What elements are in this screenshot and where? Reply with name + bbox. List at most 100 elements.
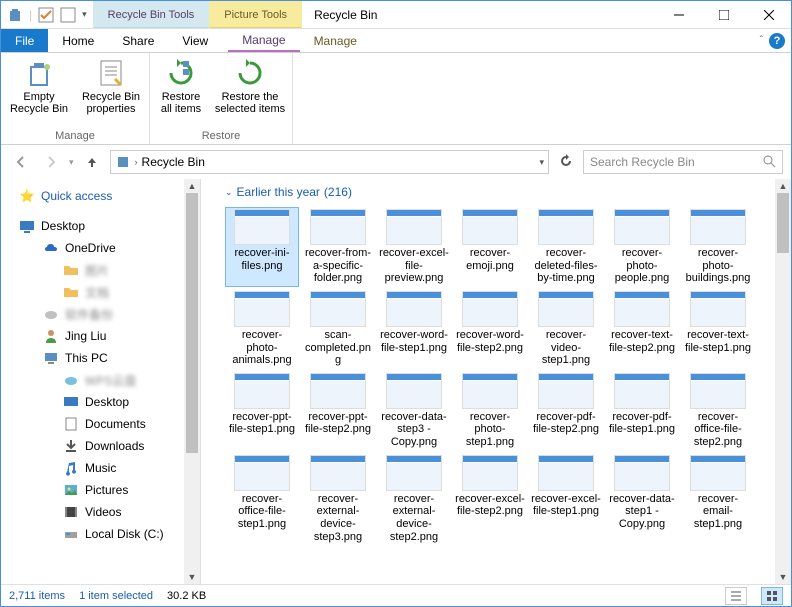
file-item[interactable]: recover-text-file-step2.png: [605, 289, 679, 369]
file-item[interactable]: recover-emoji.png: [453, 207, 527, 287]
context-tab-picture-tools[interactable]: Picture Tools: [209, 1, 302, 28]
file-item[interactable]: recover-deleted-files-by-time.png: [529, 207, 603, 287]
file-item[interactable]: scan-completed.png: [301, 289, 375, 369]
nav-music[interactable]: Music: [1, 457, 200, 479]
file-item[interactable]: recover-ppt-file-step1.png: [225, 371, 299, 451]
file-item[interactable]: recover-word-file-step1.png: [377, 289, 451, 369]
file-item[interactable]: recover-external-device-step3.png: [301, 453, 375, 546]
nav-local-disk-c[interactable]: Local Disk (C:): [1, 523, 200, 545]
address-bar[interactable]: › Recycle Bin ▾: [110, 150, 549, 174]
forward-button[interactable]: [39, 150, 63, 174]
file-item[interactable]: recover-ini-files.png: [225, 207, 299, 287]
scroll-up-icon[interactable]: ▲: [775, 179, 791, 193]
nav-scrollbar[interactable]: ▲ ▼: [184, 179, 200, 584]
checkbox-checked-icon[interactable]: [38, 7, 54, 23]
tab-home[interactable]: Home: [48, 29, 108, 52]
file-item[interactable]: recover-excel-file-preview.png: [377, 207, 451, 287]
file-item[interactable]: recover-photo-animals.png: [225, 289, 299, 369]
file-item[interactable]: recover-text-file-step1.png: [681, 289, 755, 369]
refresh-button[interactable]: [555, 154, 577, 171]
file-item[interactable]: recover-video-step1.png: [529, 289, 603, 369]
properties-icon: [95, 57, 127, 89]
close-button[interactable]: [746, 1, 791, 29]
chevron-right-icon[interactable]: ›: [135, 157, 138, 167]
scroll-up-icon[interactable]: ▲: [184, 179, 200, 193]
qat-dropdown-icon[interactable]: ▾: [82, 9, 87, 20]
tab-manage-picture[interactable]: Manage: [300, 29, 371, 52]
file-thumbnail: [690, 455, 746, 491]
file-item[interactable]: recover-office-file-step1.png: [225, 453, 299, 546]
help-icon[interactable]: ?: [769, 33, 785, 49]
tab-file[interactable]: File: [1, 29, 48, 52]
scroll-thumb[interactable]: [186, 193, 198, 453]
file-label: recover-data-step3 - Copy.png: [379, 411, 449, 449]
nav-quick-access[interactable]: ⭐ Quick access: [1, 185, 200, 207]
nav-folder-blurred-1[interactable]: 图片: [1, 259, 200, 281]
folder-icon: [63, 284, 79, 300]
nav-downloads[interactable]: Downloads: [1, 435, 200, 457]
cloud-icon: [43, 240, 59, 256]
search-box[interactable]: Search Recycle Bin: [583, 150, 783, 174]
file-item[interactable]: recover-office-file-step2.png: [681, 371, 755, 451]
file-thumbnail: [462, 209, 518, 245]
file-item[interactable]: recover-email-step1.png: [681, 453, 755, 546]
nav-pc-desktop[interactable]: Desktop: [1, 391, 200, 413]
file-item[interactable]: recover-data-step3 - Copy.png: [377, 371, 451, 451]
nav-folder-blurred-3[interactable]: 软件备份: [1, 303, 200, 325]
scroll-down-icon[interactable]: ▼: [184, 570, 200, 584]
thumbnails-view-button[interactable]: [761, 587, 783, 605]
scroll-thumb[interactable]: [777, 193, 789, 253]
file-item[interactable]: recover-photo-people.png: [605, 207, 679, 287]
main-scrollbar[interactable]: ▲ ▼: [775, 179, 791, 584]
file-item[interactable]: recover-data-step1 - Copy.png: [605, 453, 679, 546]
label: Local Disk (C:): [85, 527, 164, 541]
details-view-button[interactable]: [725, 587, 747, 605]
label: 软件备份: [65, 306, 113, 323]
collapse-ribbon-icon[interactable]: ˆ: [760, 35, 763, 46]
address-location[interactable]: Recycle Bin: [142, 155, 205, 169]
file-item[interactable]: recover-photo-step1.png: [453, 371, 527, 451]
recycle-bin-properties-button[interactable]: Recycle Bin properties: [79, 57, 143, 115]
restore-all-button[interactable]: Restore all items: [156, 57, 206, 115]
address-dropdown-icon[interactable]: ▾: [539, 157, 544, 168]
nav-folder-blurred-4[interactable]: WPS云盘: [1, 369, 200, 391]
quick-access-toolbar: | ▾: [1, 7, 93, 23]
file-item[interactable]: recover-photo-buildings.png: [681, 207, 755, 287]
file-item[interactable]: recover-ppt-file-step2.png: [301, 371, 375, 451]
back-button[interactable]: [9, 150, 33, 174]
group-header[interactable]: ⌄ Earlier this year (216): [201, 179, 791, 205]
cloud-icon: [43, 306, 59, 322]
nav-videos[interactable]: Videos: [1, 501, 200, 523]
file-item[interactable]: recover-excel-file-step2.png: [453, 453, 527, 546]
tab-manage-recycle[interactable]: Manage: [228, 29, 299, 52]
tab-share[interactable]: Share: [108, 29, 168, 52]
file-thumbnail: [386, 455, 442, 491]
minimize-button[interactable]: [656, 1, 701, 29]
empty-recycle-bin-button[interactable]: Empty Recycle Bin: [7, 57, 71, 115]
up-button[interactable]: [80, 150, 104, 174]
nav-this-pc[interactable]: This PC: [1, 347, 200, 369]
nav-jing-liu[interactable]: Jing Liu: [1, 325, 200, 347]
nav-onedrive[interactable]: OneDrive: [1, 237, 200, 259]
context-tab-recycle-bin-tools[interactable]: Recycle Bin Tools: [93, 1, 210, 28]
file-thumbnail: [614, 373, 670, 409]
file-item[interactable]: recover-pdf-file-step1.png: [605, 371, 679, 451]
file-item[interactable]: recover-from-a-specific-folder.png: [301, 207, 375, 287]
label: OneDrive: [65, 241, 116, 255]
nav-pictures[interactable]: Pictures: [1, 479, 200, 501]
checkbox-unchecked-icon[interactable]: [60, 7, 76, 23]
maximize-button[interactable]: [701, 1, 746, 29]
nav-documents[interactable]: Documents: [1, 413, 200, 435]
recent-locations-dropdown[interactable]: ▾: [69, 157, 74, 168]
tab-view[interactable]: View: [168, 29, 222, 52]
scroll-down-icon[interactable]: ▼: [775, 570, 791, 584]
nav-folder-blurred-2[interactable]: 文档: [1, 281, 200, 303]
file-item[interactable]: recover-pdf-file-step2.png: [529, 371, 603, 451]
file-item[interactable]: recover-external-device-step2.png: [377, 453, 451, 546]
nav-desktop[interactable]: Desktop: [1, 215, 200, 237]
restore-selected-button[interactable]: Restore the selected items: [214, 57, 286, 115]
file-item[interactable]: recover-word-file-step2.png: [453, 289, 527, 369]
file-thumbnail: [538, 209, 594, 245]
file-item[interactable]: recover-excel-file-step1.png: [529, 453, 603, 546]
file-thumbnail: [462, 373, 518, 409]
